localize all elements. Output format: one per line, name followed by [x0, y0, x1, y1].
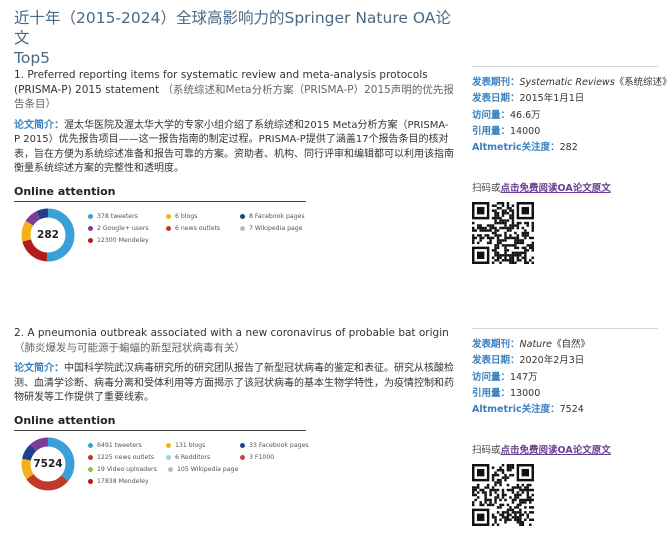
- article-2: 2. A pneumonia outbreak associated with …: [14, 326, 454, 494]
- legend-item: 7 Wikipedia page: [240, 225, 318, 232]
- qr-code-icon[interactable]: [472, 202, 534, 265]
- legend-item: 2 Google+ users: [88, 225, 166, 232]
- meta-citations: 引用量：13000: [472, 387, 541, 399]
- summary-label: 论文简介：: [14, 119, 64, 131]
- scan-prompt: 扫码或点击免费阅读OA论文原文: [472, 183, 611, 195]
- read-oa-link[interactable]: 点击免费阅读OA论文原文: [501, 445, 611, 456]
- summary-text: 渥太华医院及渥太华大学的专家小组介绍了系统综述和2015 Meta分析方案（PR…: [14, 119, 454, 175]
- legend-item: 19 Video uploaders: [88, 466, 168, 473]
- summary-text: 中国科学院武汉病毒研究所的研究团队报告了新型冠状病毒的鉴定和表征。研究从核酸检测…: [14, 363, 454, 403]
- legend-item: 6 blogs: [165, 213, 240, 220]
- legend-item: 6 Redditors: [165, 454, 240, 461]
- meta-citations: 引用量：14000: [472, 125, 541, 137]
- article-title: 2. A pneumonia outbreak associated with …: [14, 326, 454, 355]
- article-title-en: 2. A pneumonia outbreak associated with …: [14, 327, 449, 339]
- scan-prompt: 扫码或点击免费阅读OA论文原文: [472, 445, 611, 457]
- summary-label: 论文简介：: [14, 363, 64, 374]
- article-title: 1. Preferred reporting items for systema…: [14, 68, 454, 112]
- meta-date: 发表日期：2015年1月1日: [472, 93, 585, 105]
- online-attention-heading: Online attention: [14, 414, 306, 431]
- meta-altmetric: Altmetric关注度：282: [472, 142, 578, 154]
- article-title-zh: （肺炎爆发与可能源于蝙蝠的新型冠状病毒有关）: [14, 341, 245, 354]
- meta-visits: 访问量：147万: [472, 371, 538, 383]
- article-2-meta: 发表期刊：Nature《自然》 发表日期：2020年2月3日 访问量：147万 …: [472, 328, 658, 530]
- legend-item: 105 Wikipedia page: [168, 466, 244, 473]
- meta-altmetric: Altmetric关注度：7524: [472, 404, 584, 416]
- article-1-meta: 发表期刊：Systematic Reviews《系统综述》 发表日期：2015年…: [472, 66, 668, 268]
- legend-item: 17838 Mendeley: [88, 478, 168, 485]
- meta-date: 发表日期：2020年2月3日: [472, 355, 585, 367]
- meta-journal: 发表期刊：Systematic Reviews《系统综述》: [472, 77, 668, 88]
- divider: [472, 66, 658, 67]
- read-oa-link[interactable]: 点击免费阅读OA论文原文: [501, 183, 611, 194]
- page-title: 近十年（2015-2024）全球高影响力的Springer Nature OA论…: [14, 8, 454, 68]
- attention-legend: 6491 tweeters 131 blogs 33 Facebook page…: [88, 440, 318, 488]
- legend-item: 131 blogs: [165, 442, 240, 449]
- legend-item: 8 Facebook pages: [240, 213, 318, 220]
- legend-item: 12300 Mendeley: [88, 237, 168, 244]
- legend-item: 378 tweeters: [88, 213, 166, 220]
- meta-visits: 访问量：46.6万: [472, 109, 541, 121]
- qr-code-icon[interactable]: [472, 464, 534, 527]
- meta-journal: 发表期刊：Nature《自然》: [472, 339, 590, 350]
- online-attention: Online attention 7524 6491 tweeters 131 …: [14, 414, 314, 494]
- legend-item: 1225 news outlets: [88, 454, 166, 461]
- article-1: 1. Preferred reporting items for systema…: [14, 68, 454, 265]
- legend-item: 3 F1000: [240, 454, 318, 461]
- page-title-line1: 近十年（2015-2024）全球高影响力的Springer Nature OA论…: [14, 9, 451, 47]
- legend-item: 33 Facebook pages: [240, 442, 318, 449]
- divider: [472, 328, 658, 329]
- attention-score: 282: [37, 228, 59, 241]
- online-attention: Online attention 282 378 tweeters 6 blog…: [14, 185, 314, 265]
- article-summary: 论文简介：渥太华医院及渥太华大学的专家小组介绍了系统综述和2015 Meta分析…: [14, 119, 454, 177]
- attention-score: 7524: [33, 457, 63, 470]
- legend-item: 6 news outlets: [165, 225, 240, 232]
- attention-legend: 378 tweeters 6 blogs 8 Facebook pages 2 …: [88, 211, 318, 247]
- online-attention-heading: Online attention: [14, 185, 306, 202]
- page-title-line2: Top5: [14, 49, 51, 67]
- article-summary: 论文简介：中国科学院武汉病毒研究所的研究团队报告了新型冠状病毒的鉴定和表征。研究…: [14, 362, 454, 406]
- legend-item: 6491 tweeters: [88, 442, 166, 449]
